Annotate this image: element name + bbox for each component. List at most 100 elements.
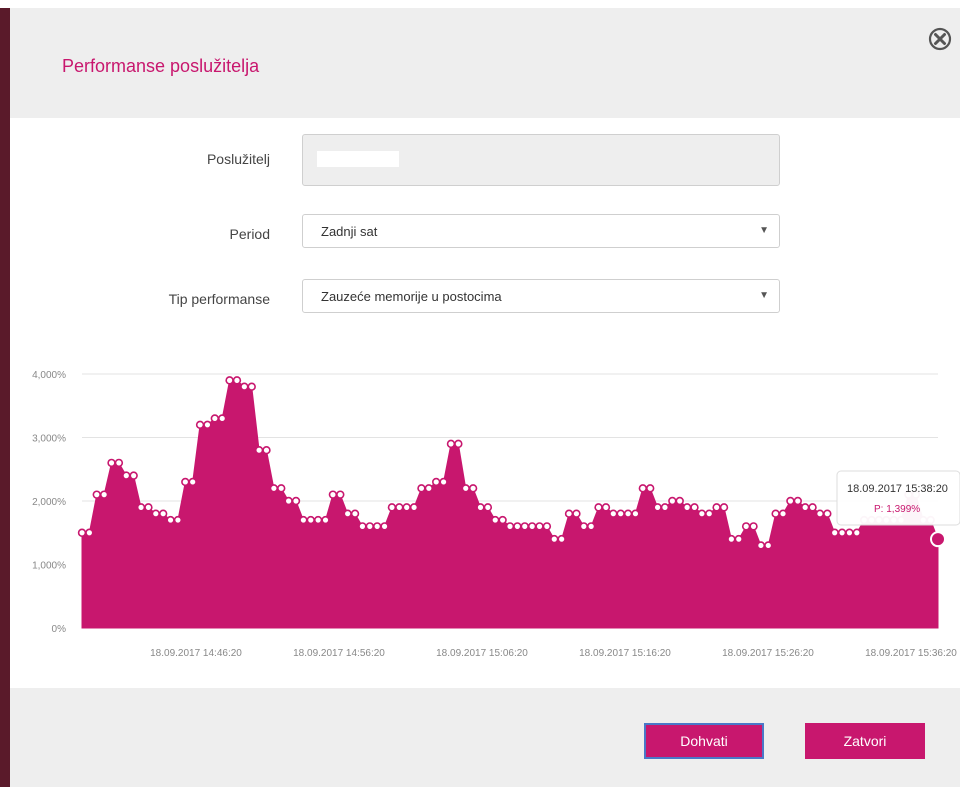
period-select[interactable]: Zadnji sat ▼ — [302, 214, 780, 248]
server-value-redacted — [317, 151, 399, 167]
data-point — [505, 522, 515, 531]
data-point — [402, 503, 411, 512]
data-point — [136, 503, 146, 512]
data-point — [705, 509, 714, 518]
data-point — [542, 522, 552, 531]
data-point — [380, 522, 389, 531]
data-point — [313, 515, 323, 525]
data-point — [557, 534, 566, 544]
data-point — [749, 522, 758, 531]
x-tick-label: 18.09.2017 15:26:20 — [722, 648, 814, 659]
data-point — [764, 541, 773, 550]
data-point — [653, 503, 662, 512]
server-performance-modal: Performanse poslužitelja Poslužitelj Per… — [10, 8, 960, 787]
data-point — [550, 534, 559, 544]
x-tick-label: 18.09.2017 14:56:20 — [293, 648, 385, 659]
data-point — [166, 515, 175, 525]
y-tick-label: 2,000% — [32, 497, 66, 508]
caret-down-icon: ▼ — [759, 225, 769, 236]
x-tick-label: 18.09.2017 15:06:20 — [436, 648, 528, 659]
server-field — [302, 134, 780, 186]
data-point — [343, 509, 352, 518]
data-point — [741, 522, 751, 531]
fetch-button[interactable]: Dohvati — [644, 723, 764, 759]
data-point — [254, 445, 264, 455]
close-button[interactable]: Zatvori — [805, 723, 925, 759]
data-point — [395, 503, 404, 512]
data-point-active — [930, 531, 946, 548]
period-label: Period — [229, 226, 270, 242]
data-point — [631, 509, 640, 518]
data-point — [122, 471, 131, 480]
data-point — [158, 509, 168, 518]
data-point — [461, 484, 470, 493]
memory-usage-chart: 0% 1,000% 2,000% 3,000% 4,000% 18.09.2017 14:… — [32, 370, 960, 659]
y-tick-label: 4,000% — [32, 370, 66, 381]
tooltip-value: P: 1,399% — [874, 504, 920, 515]
data-point — [852, 528, 862, 537]
data-point — [277, 484, 286, 493]
data-point — [321, 515, 330, 525]
period-value: Zadnji sat — [321, 224, 378, 239]
data-point — [372, 522, 382, 531]
data-point — [808, 503, 817, 512]
data-point — [269, 484, 279, 493]
data-point — [232, 376, 242, 385]
tooltip-title: 18.09.2017 15:38:20 — [847, 483, 948, 495]
data-point — [336, 490, 345, 499]
data-point — [358, 522, 367, 531]
y-tick-label: 3,000% — [32, 434, 66, 445]
data-point — [439, 477, 448, 487]
modal-header: Performanse poslužitelja — [10, 8, 960, 118]
x-tick-label: 18.09.2017 15:36:20 — [865, 648, 957, 659]
close-circle-icon[interactable] — [928, 27, 952, 51]
data-point — [99, 490, 109, 499]
data-point — [203, 420, 212, 430]
x-tick-label: 18.09.2017 15:16:20 — [579, 648, 671, 659]
data-point — [793, 496, 802, 506]
data-point — [594, 503, 603, 512]
modal-footer: Dohvati Zatvori — [10, 688, 960, 787]
data-point — [262, 445, 271, 455]
type-select[interactable]: Zauzeće memorije u postocima ▼ — [302, 279, 780, 313]
data-point — [660, 503, 670, 512]
data-point — [830, 528, 839, 537]
data-point — [424, 484, 434, 493]
data-point — [195, 420, 205, 430]
data-point — [778, 509, 788, 518]
data-point — [387, 503, 397, 512]
data-point — [107, 458, 116, 468]
data-point — [151, 509, 160, 518]
data-point — [690, 503, 699, 512]
data-point — [85, 528, 94, 537]
data-point — [299, 515, 308, 525]
data-point — [210, 414, 220, 423]
y-tick-label: 0% — [52, 624, 67, 635]
data-point — [114, 458, 124, 468]
data-point — [520, 522, 529, 531]
data-point — [498, 515, 507, 525]
data-point — [491, 515, 500, 525]
data-point — [218, 414, 227, 423]
data-point — [815, 509, 825, 518]
data-point — [476, 503, 485, 512]
data-point — [800, 503, 810, 512]
data-point — [564, 509, 574, 518]
data-point — [586, 522, 596, 531]
data-point — [638, 484, 648, 493]
data-point — [734, 534, 743, 544]
data-point — [513, 522, 522, 531]
data-point — [823, 509, 832, 518]
data-point — [675, 496, 684, 506]
data-point — [92, 490, 101, 499]
data-point — [535, 522, 544, 531]
data-point — [712, 503, 721, 512]
data-point — [527, 522, 537, 531]
data-point — [365, 522, 374, 531]
data-point — [247, 382, 256, 391]
data-point — [572, 509, 581, 518]
data-point — [129, 471, 138, 480]
window-left-edge — [0, 8, 10, 787]
data-point — [350, 509, 360, 518]
data-point — [837, 528, 847, 537]
